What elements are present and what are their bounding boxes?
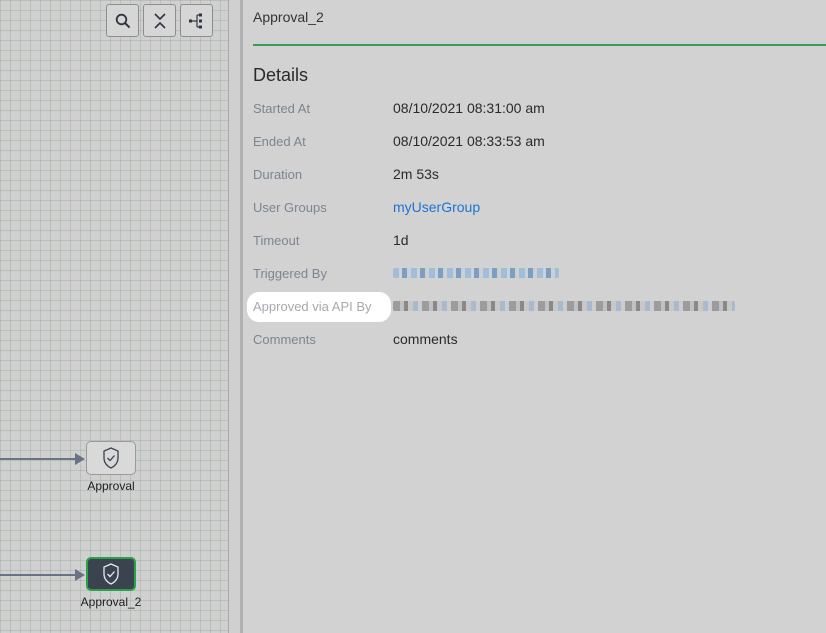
edge-to-approval-2: [0, 574, 76, 576]
field-label: User Groups: [253, 200, 327, 215]
user-group-link[interactable]: myUserGroup: [393, 199, 480, 215]
field-label: Approved via API By: [253, 299, 372, 314]
search-icon: [115, 13, 130, 28]
field-label: Comments: [253, 332, 316, 347]
field-timeout: Timeout 1d: [243, 231, 826, 253]
resize-gutter[interactable]: [229, 0, 240, 633]
field-value: comments: [393, 331, 458, 347]
field-user-groups: User Groups myUserGroup: [243, 198, 826, 220]
edge-to-approval: [0, 458, 76, 460]
field-label: Started At: [253, 101, 311, 116]
shield-check-icon: [103, 447, 119, 469]
node-approval[interactable]: [86, 441, 136, 475]
field-label: Timeout: [253, 233, 300, 248]
panel-title: Approval_2: [253, 9, 324, 25]
field-comments: Comments comments: [243, 330, 826, 352]
field-ended-at: Ended At 08/10/2021 08:33:53 am: [243, 132, 826, 154]
section-title: Details: [253, 65, 309, 85]
field-label: Triggered By: [253, 266, 327, 281]
field-label: Duration: [253, 167, 303, 182]
canvas-toolbar: [106, 4, 213, 37]
edge-arrowhead: [75, 453, 85, 465]
redacted-approver: [393, 301, 735, 311]
search-button[interactable]: [106, 4, 139, 37]
field-duration: Duration 2m 53s: [243, 165, 826, 187]
field-value: 1d: [393, 232, 409, 248]
layout-button[interactable]: [180, 4, 213, 37]
field-started-at: Started At 08/10/2021 08:31:00 am: [243, 99, 826, 121]
field-value: 08/10/2021 08:31:00 am: [393, 100, 545, 116]
edge-arrowhead: [75, 569, 85, 581]
shield-check-icon: [103, 563, 119, 585]
pipeline-canvas[interactable]: Approval Approval_2: [0, 0, 228, 633]
field-value: 08/10/2021 08:33:53 am: [393, 133, 545, 149]
node-label: Approval: [87, 479, 135, 493]
redacted-triggered-by-link[interactable]: [393, 268, 559, 278]
collapse-button[interactable]: [143, 4, 176, 37]
panel-title-underline: [253, 44, 826, 46]
field-approved-via-api-by: Approved via API By: [243, 297, 826, 319]
tree-layout-icon: [188, 13, 202, 28]
field-value: 2m 53s: [393, 166, 439, 182]
node-label: Approval_2: [80, 595, 142, 609]
field-triggered-by: Triggered By: [243, 264, 826, 286]
field-label: Ended At: [253, 134, 306, 149]
node-approval-2[interactable]: [86, 557, 136, 591]
collapse-icon: [153, 12, 166, 29]
